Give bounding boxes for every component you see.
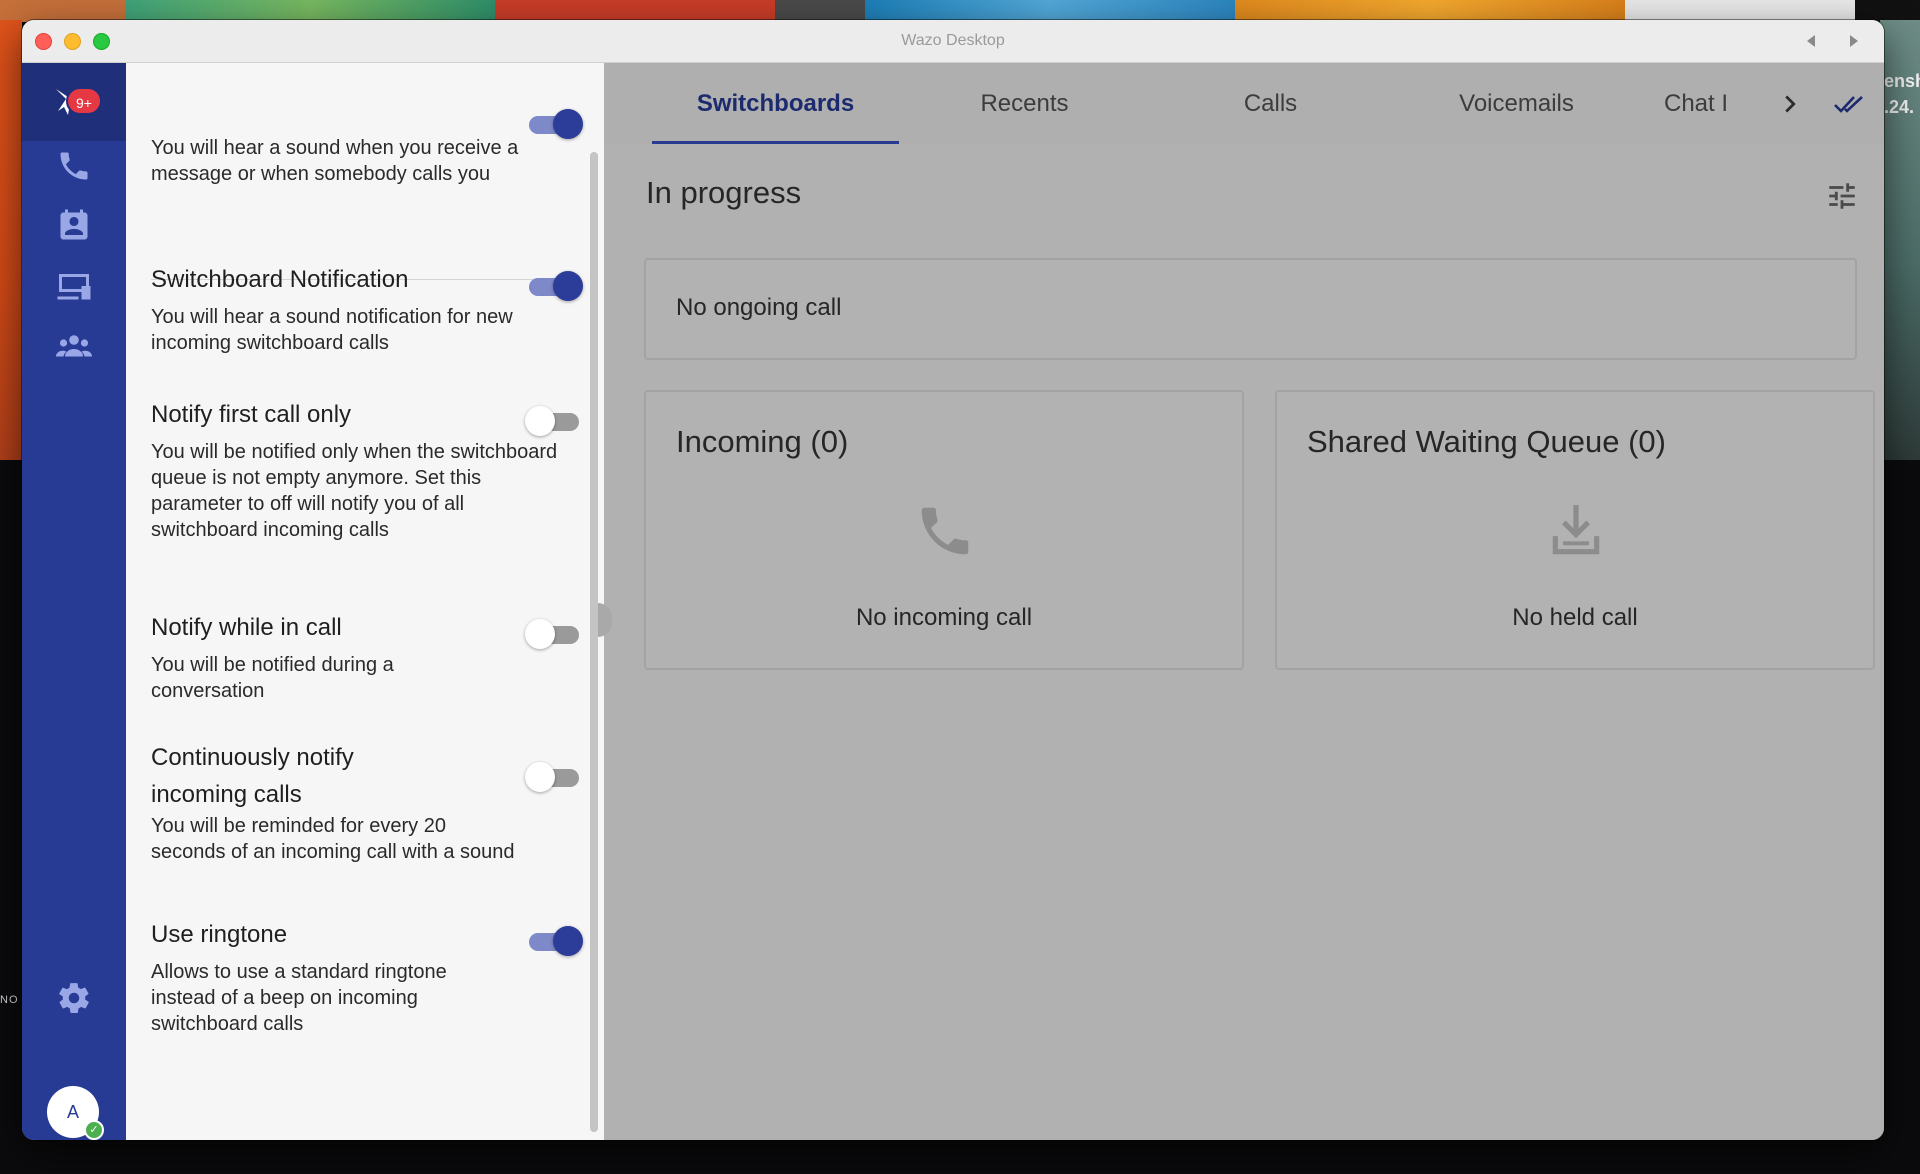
app-window: Wazo Desktop 9+ A ✓ You will hear a soun… [22, 20, 1884, 1140]
setting-use-ringtone: Use ringtone Allows to use a standard ri… [151, 920, 571, 1037]
navigation-rail: 9+ A ✓ [22, 63, 126, 1140]
setting-notify-while-in-call: Notify while in call You will be notifie… [151, 613, 571, 704]
setting-continuously-notify: Continuously notify incoming calls You w… [151, 739, 571, 865]
incoming-card: Incoming (0) No incoming call [644, 390, 1244, 670]
panel-scrollbar[interactable] [590, 152, 598, 1132]
phone-icon[interactable] [56, 148, 92, 184]
setting-description: You will be notified during a conversati… [151, 654, 394, 702]
app-logo[interactable]: 9+ [22, 63, 126, 141]
tab-bar: Switchboards Recents Calls Voicemails Ch… [604, 63, 1884, 144]
setting-description: You will hear a sound notification for n… [151, 306, 513, 354]
setting-title: Notify while in call [151, 614, 342, 641]
shared-queue-title: Shared Waiting Queue (0) [1307, 424, 1666, 459]
notification-badge: 9+ [66, 87, 102, 115]
double-check-icon[interactable] [1832, 89, 1866, 119]
desktop-left-mark: NO [0, 994, 19, 1006]
gear-icon[interactable] [56, 980, 92, 1016]
desktop-phone-icon[interactable] [56, 268, 92, 304]
setting-title: Use ringtone [151, 921, 288, 948]
in-progress-title: In progress [646, 175, 802, 210]
incoming-title: Incoming (0) [676, 424, 849, 459]
back-arrow-icon[interactable] [1802, 32, 1820, 50]
ongoing-call-card: No ongoing call [644, 258, 1857, 360]
desktop-wallpaper-left [0, 20, 22, 460]
window-title: Wazo Desktop [901, 32, 1005, 49]
chevron-right-icon[interactable] [1775, 89, 1805, 119]
notification-settings-panel: You will hear a sound when you receive a… [126, 63, 604, 1140]
setting-description: You will be notified only when the switc… [151, 441, 558, 541]
setting-description: Allows to use a standard ringtone instea… [151, 961, 447, 1035]
setting-notify-first-call-only: Notify first call only You will be notif… [151, 400, 571, 543]
setting-title: Continuously notify incoming calls [151, 744, 354, 808]
filter-sliders-icon[interactable] [1825, 179, 1859, 213]
tab-voicemails[interactable]: Voicemails [1393, 63, 1640, 144]
phone-icon [914, 500, 976, 562]
forward-arrow-icon[interactable] [1845, 32, 1863, 50]
incoming-empty-text: No incoming call [855, 604, 1033, 631]
tab-calls[interactable]: Calls [1147, 63, 1394, 144]
download-tray-icon [1545, 500, 1607, 562]
setting-description: You will hear a sound when you receive a… [151, 137, 519, 185]
setting-description: You will be reminded for every 20 second… [151, 815, 515, 863]
switchboard-main: Switchboards Recents Calls Voicemails Ch… [598, 63, 1884, 1140]
setting-sound-notification: You will hear a sound when you receive a… [151, 135, 571, 187]
tab-chat[interactable]: Chat I [1664, 63, 1764, 144]
group-icon[interactable] [56, 328, 92, 364]
ongoing-empty-text: No ongoing call [676, 294, 842, 321]
shared-queue-empty-text: No held call [1512, 604, 1638, 631]
setting-title: Switchboard Notification [151, 266, 409, 293]
presence-status-check-icon: ✓ [84, 1120, 104, 1140]
desktop-wallpaper-strip [0, 0, 1920, 22]
active-tab-indicator [652, 141, 899, 144]
setting-switchboard-notification: Switchboard Notification You will hear a… [151, 265, 571, 356]
panel-collapse-handle[interactable] [598, 603, 612, 637]
shared-waiting-queue-card: Shared Waiting Queue (0) No held call [1275, 390, 1875, 670]
title-bar: Wazo Desktop [22, 20, 1884, 63]
desktop-right-text: ensh .24. [1884, 71, 1920, 117]
tab-switchboards[interactable]: Switchboards [652, 63, 899, 144]
setting-title: Notify first call only [151, 401, 352, 428]
contacts-icon[interactable] [56, 208, 92, 244]
tab-recents[interactable]: Recents [901, 63, 1148, 144]
